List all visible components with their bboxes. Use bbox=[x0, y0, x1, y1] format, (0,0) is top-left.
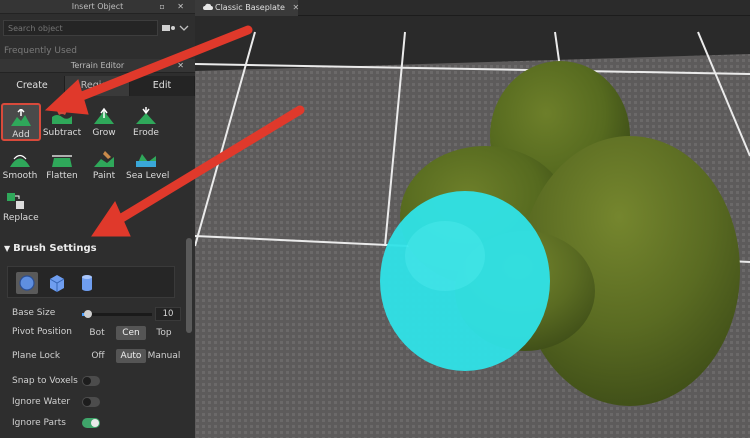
insert-object-search-input[interactable] bbox=[3, 20, 158, 36]
base-size-label: Base Size bbox=[12, 308, 56, 318]
terrain-sea-level-icon bbox=[136, 154, 156, 167]
tool-label: Subtract bbox=[42, 128, 82, 138]
tab-edit[interactable]: Edit bbox=[130, 76, 195, 96]
tool-label: Replace bbox=[3, 213, 39, 223]
tool-flatten[interactable]: Flatten bbox=[42, 146, 82, 184]
tab-create[interactable]: Create bbox=[0, 76, 65, 96]
insert-object-titlebar: Insert Object ▫ ✕ bbox=[0, 0, 195, 14]
brush-shape-sphere[interactable] bbox=[16, 272, 38, 294]
ignore-water-toggle[interactable] bbox=[82, 397, 100, 407]
base-size-slider-knob[interactable] bbox=[83, 310, 92, 318]
terrain-subtract-icon bbox=[52, 109, 72, 124]
3d-viewport[interactable] bbox=[195, 16, 750, 438]
base-size-slider[interactable] bbox=[82, 310, 152, 318]
view-toggle-icon bbox=[162, 25, 189, 31]
tool-label: Sea Level bbox=[126, 171, 170, 181]
terrain-flatten-icon bbox=[52, 155, 72, 167]
tool-label: Erode bbox=[133, 128, 159, 138]
tool-label: Paint bbox=[92, 171, 116, 181]
tool-grow[interactable]: Grow bbox=[84, 103, 124, 141]
tool-subtract[interactable]: Subtract bbox=[42, 103, 82, 141]
sphere-icon bbox=[19, 275, 35, 291]
snap-to-voxels-toggle[interactable] bbox=[82, 376, 100, 386]
frequently-used-heading: Frequently Used bbox=[4, 46, 77, 56]
terrain-grow-icon bbox=[94, 107, 114, 124]
pivot-option-bot[interactable]: Bot bbox=[86, 326, 108, 340]
plane-lock-label: Plane Lock bbox=[12, 351, 61, 361]
brush-shape-cylinder[interactable] bbox=[76, 272, 98, 294]
brush-shape-cube[interactable] bbox=[46, 272, 68, 294]
brush-settings-header[interactable]: ▼ Brush Settings bbox=[0, 240, 185, 258]
tool-label: Flatten bbox=[46, 171, 78, 181]
toggle-knob bbox=[83, 398, 91, 406]
cylinder-icon bbox=[82, 275, 92, 291]
panel-scrollbar[interactable] bbox=[186, 238, 192, 333]
base-size-value-input[interactable]: 10 bbox=[155, 307, 181, 321]
terrain-paint-icon bbox=[94, 151, 114, 167]
ignore-parts-toggle[interactable] bbox=[82, 418, 100, 428]
toggle-knob bbox=[83, 377, 91, 385]
terrain-editor-title: Terrain Editor bbox=[70, 61, 125, 70]
tool-label: Smooth bbox=[2, 171, 38, 181]
tab-classic-baseplate[interactable]: Classic Baseplate ✕ bbox=[195, 0, 300, 16]
pivot-option-top[interactable]: Top bbox=[152, 326, 176, 340]
panel-window-controls[interactable]: ▫ ✕ bbox=[159, 0, 189, 14]
close-tab-icon[interactable]: ✕ bbox=[293, 3, 300, 12]
cube-icon bbox=[49, 275, 65, 292]
terrain-add-icon bbox=[11, 109, 31, 126]
plane-lock-auto[interactable]: Auto bbox=[116, 349, 146, 363]
plane-lock-manual[interactable]: Manual bbox=[147, 349, 181, 363]
left-panel: Insert Object ▫ ✕ Frequently Used Terrai… bbox=[0, 0, 195, 438]
terrain-editor-titlebar: Terrain Editor ▫ ✕ bbox=[0, 59, 195, 73]
tool-label: Grow bbox=[92, 128, 116, 138]
snap-to-voxels-label: Snap to Voxels bbox=[12, 376, 78, 386]
document-tab-bar: Classic Baseplate ✕ bbox=[195, 0, 750, 16]
tab-region[interactable]: Region bbox=[65, 76, 130, 96]
tool-replace[interactable]: Replace bbox=[0, 188, 40, 226]
panel-window-controls[interactable]: ▫ ✕ bbox=[159, 59, 189, 73]
cloud-icon bbox=[203, 3, 213, 10]
insert-search-options[interactable] bbox=[161, 22, 191, 34]
tool-add[interactable]: Add bbox=[1, 103, 41, 141]
brush-shape-selector bbox=[7, 266, 175, 298]
insert-object-title: Insert Object bbox=[71, 2, 124, 11]
tool-label: Add bbox=[12, 130, 30, 140]
document-tab-title: Classic Baseplate bbox=[215, 3, 285, 12]
terrain-editor-tabs: Create Region Edit bbox=[0, 76, 195, 96]
pivot-option-cen[interactable]: Cen bbox=[116, 326, 146, 340]
terrain-replace-icon bbox=[7, 193, 24, 209]
brush-preview-highlight bbox=[405, 221, 485, 291]
collapse-triangle-icon: ▼ bbox=[4, 244, 11, 253]
terrain-erode-icon bbox=[136, 107, 156, 124]
pivot-position-label: Pivot Position bbox=[12, 327, 72, 337]
tool-paint[interactable]: Paint bbox=[84, 146, 124, 184]
plane-lock-off[interactable]: Off bbox=[88, 349, 108, 363]
viewport-scene bbox=[195, 16, 750, 438]
tool-sea-level[interactable]: Sea Level bbox=[126, 146, 170, 184]
brush-settings-title: Brush Settings bbox=[13, 243, 97, 254]
ignore-parts-label: Ignore Parts bbox=[12, 418, 66, 428]
tool-smooth[interactable]: Smooth bbox=[0, 146, 40, 184]
tool-erode[interactable]: Erode bbox=[126, 103, 166, 141]
ignore-water-label: Ignore Water bbox=[12, 397, 71, 407]
toggle-knob bbox=[91, 419, 99, 427]
terrain-smooth-icon bbox=[10, 154, 30, 167]
